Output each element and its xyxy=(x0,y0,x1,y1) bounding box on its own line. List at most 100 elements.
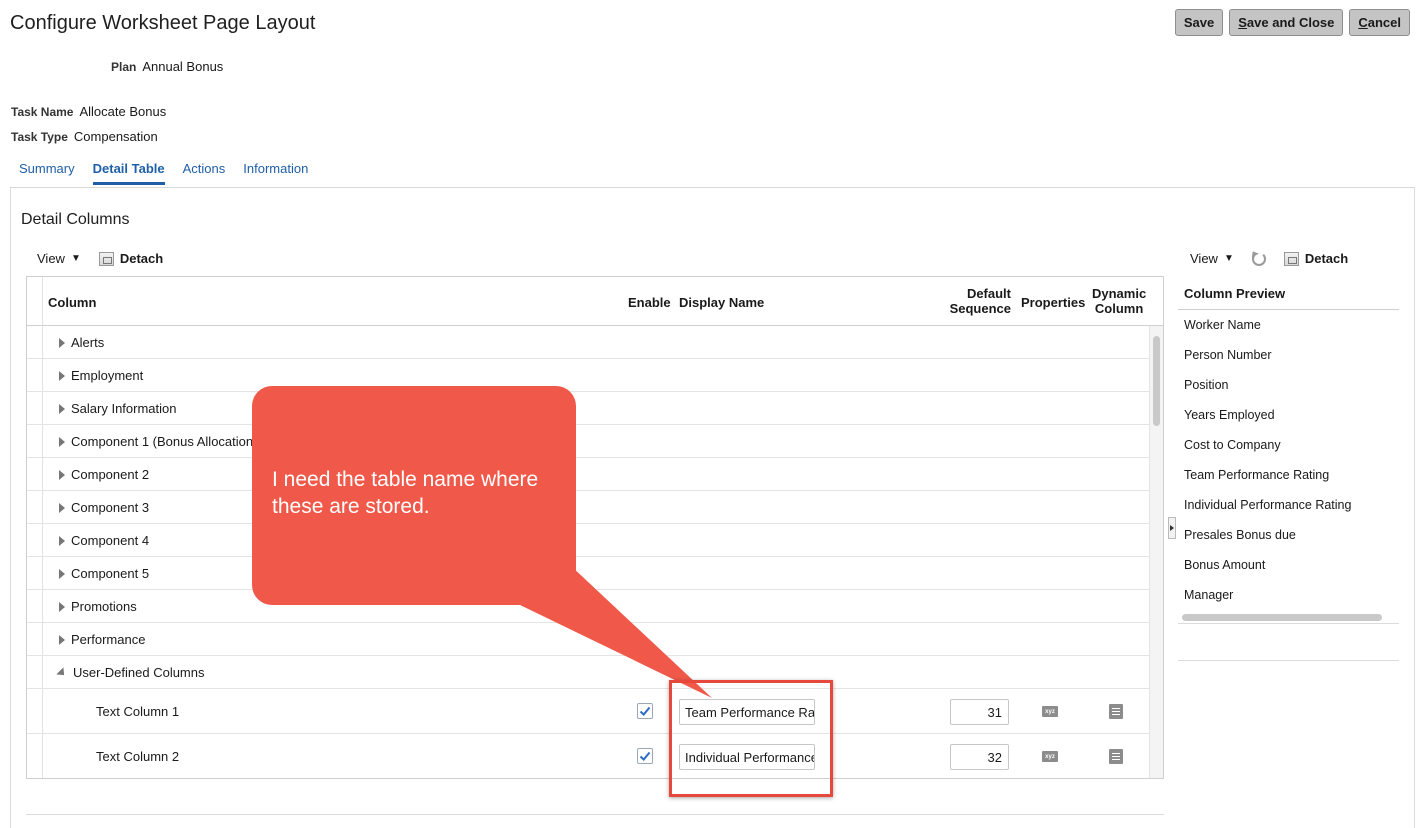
header-default-sequence: Default Sequence xyxy=(949,286,1011,316)
table-row[interactable]: Component 3 xyxy=(27,491,1149,524)
preview-detach-label: Detach xyxy=(1304,251,1349,266)
panel-splitter[interactable] xyxy=(1168,517,1176,539)
tab-detail-table[interactable]: Detail Table xyxy=(92,161,165,185)
group-label: Promotions xyxy=(71,599,137,614)
tab-bar: Summary Detail Table Actions Information xyxy=(19,161,308,185)
detail-columns-table: Column Enable Display Name Default Sequen… xyxy=(26,276,1164,779)
header-dynamic-column: Dynamic Column xyxy=(1092,286,1146,316)
group-label: Component 1 (Bonus Allocation) xyxy=(71,434,258,449)
table-row[interactable]: Alerts xyxy=(27,326,1149,359)
default-sequence-input[interactable]: 31 xyxy=(950,699,1009,725)
checkmark-icon xyxy=(639,706,651,716)
expand-icon[interactable] xyxy=(59,535,65,546)
save-and-close-button[interactable]: Save and Close xyxy=(1229,9,1344,36)
cancel-rest: ancel xyxy=(1367,15,1401,30)
collapse-icon[interactable] xyxy=(56,666,68,679)
scroll-thumb[interactable] xyxy=(1182,614,1382,621)
view-label: View xyxy=(37,251,65,266)
plan-label: Plan xyxy=(111,60,137,74)
group-label: Component 2 xyxy=(71,467,150,482)
column-name: Text Column 2 xyxy=(96,749,180,764)
expand-icon[interactable] xyxy=(59,337,65,348)
list-item[interactable]: Manager xyxy=(1178,580,1399,610)
task-type-label: Task Type xyxy=(11,130,68,144)
tab-information[interactable]: Information xyxy=(243,161,308,185)
preview-divider xyxy=(1178,660,1399,661)
cancel-button[interactable]: Cancel xyxy=(1349,9,1410,36)
vertical-scrollbar[interactable] xyxy=(1149,326,1163,778)
list-item[interactable]: Individual Performance Rating xyxy=(1178,490,1399,520)
annotation-text: I need the table name where these are st… xyxy=(272,468,539,518)
section-title: Detail Columns xyxy=(21,211,130,228)
header-default-line1: Default xyxy=(966,286,1011,301)
task-name-field: Task Name Allocate Bonus xyxy=(11,104,166,119)
table-row[interactable]: Salary Information xyxy=(27,392,1149,425)
scroll-thumb[interactable] xyxy=(1153,336,1160,426)
view-menu[interactable]: View ▼ xyxy=(37,251,81,266)
expand-icon[interactable] xyxy=(59,469,65,480)
group-label: Component 3 xyxy=(71,500,150,515)
save-close-accel: S xyxy=(1238,15,1247,30)
detach-button[interactable]: Detach xyxy=(98,251,164,266)
preview-detach-button[interactable]: Detach xyxy=(1283,251,1349,266)
preview-view-menu[interactable]: View ▼ xyxy=(1190,251,1234,266)
table-row[interactable]: Component 2 xyxy=(27,458,1149,491)
table-row[interactable]: Promotions xyxy=(27,590,1149,623)
table-row[interactable]: Component 5 xyxy=(27,557,1149,590)
checkmark-icon xyxy=(639,751,651,761)
table-row[interactable]: Performance xyxy=(27,623,1149,656)
header-properties: Properties xyxy=(1021,295,1086,310)
annotation-highlight-box xyxy=(669,680,833,797)
enable-checkbox[interactable] xyxy=(637,748,653,764)
save-button[interactable]: Save xyxy=(1174,9,1224,36)
group-label: Alerts xyxy=(71,335,105,350)
list-item[interactable]: Bonus Amount xyxy=(1178,550,1399,580)
detach-label: Detach xyxy=(119,251,164,266)
expand-icon[interactable] xyxy=(59,403,65,414)
divider xyxy=(26,814,1164,815)
table-row[interactable]: Text Column 1 Team Performance Rati 31 x… xyxy=(27,689,1149,734)
dynamic-column-icon[interactable] xyxy=(1109,749,1123,764)
list-item[interactable]: Position xyxy=(1178,370,1399,400)
expand-icon[interactable] xyxy=(59,634,65,645)
column-preview-header: Column Preview xyxy=(1178,276,1399,310)
group-label: Salary Information xyxy=(71,401,177,416)
header-default-line2: Sequence xyxy=(949,301,1011,316)
column-name: Text Column 1 xyxy=(96,704,180,719)
header-dynamic-line2: Column xyxy=(1094,301,1144,316)
table-row[interactable]: Component 1 (Bonus Allocation) xyxy=(27,425,1149,458)
table-row[interactable]: Employment xyxy=(27,359,1149,392)
properties-icon[interactable]: xyz xyxy=(1042,751,1058,762)
table-row[interactable]: User-Defined Columns xyxy=(27,656,1149,689)
table-row[interactable]: Text Column 2 Individual Performance 32 … xyxy=(27,734,1149,778)
task-type-field: Task Type Compensation xyxy=(11,129,158,144)
default-sequence-input[interactable]: 32 xyxy=(950,744,1009,770)
refresh-icon[interactable] xyxy=(1251,251,1266,266)
tab-summary[interactable]: Summary xyxy=(19,161,75,185)
expand-icon[interactable] xyxy=(59,436,65,447)
group-label: Component 4 xyxy=(71,533,150,548)
expand-icon[interactable] xyxy=(59,601,65,612)
group-label: Employment xyxy=(71,368,144,383)
expand-icon[interactable] xyxy=(59,502,65,513)
table-toolbar: View ▼ Detach xyxy=(37,251,163,266)
page-title: Configure Worksheet Page Layout xyxy=(10,12,316,34)
group-label: Performance xyxy=(71,632,146,647)
preview-horizontal-scrollbar[interactable] xyxy=(1178,611,1399,624)
expand-icon[interactable] xyxy=(59,370,65,381)
detach-icon xyxy=(98,251,114,266)
list-item[interactable]: Presales Bonus due xyxy=(1178,520,1399,550)
list-item[interactable]: Team Performance Rating xyxy=(1178,460,1399,490)
dynamic-column-icon[interactable] xyxy=(1109,704,1123,719)
list-item[interactable]: Cost to Company xyxy=(1178,430,1399,460)
expand-icon[interactable] xyxy=(59,568,65,579)
properties-icon[interactable]: xyz xyxy=(1042,706,1058,717)
list-item[interactable]: Person Number xyxy=(1178,340,1399,370)
list-item[interactable]: Years Employed xyxy=(1178,400,1399,430)
tab-actions[interactable]: Actions xyxy=(183,161,226,185)
preview-toolbar: View ▼ Detach xyxy=(1190,251,1348,266)
table-row[interactable]: Component 4 xyxy=(27,524,1149,557)
task-type-value: Compensation xyxy=(73,129,158,144)
enable-checkbox[interactable] xyxy=(637,703,653,719)
list-item[interactable]: Worker Name xyxy=(1178,310,1399,340)
